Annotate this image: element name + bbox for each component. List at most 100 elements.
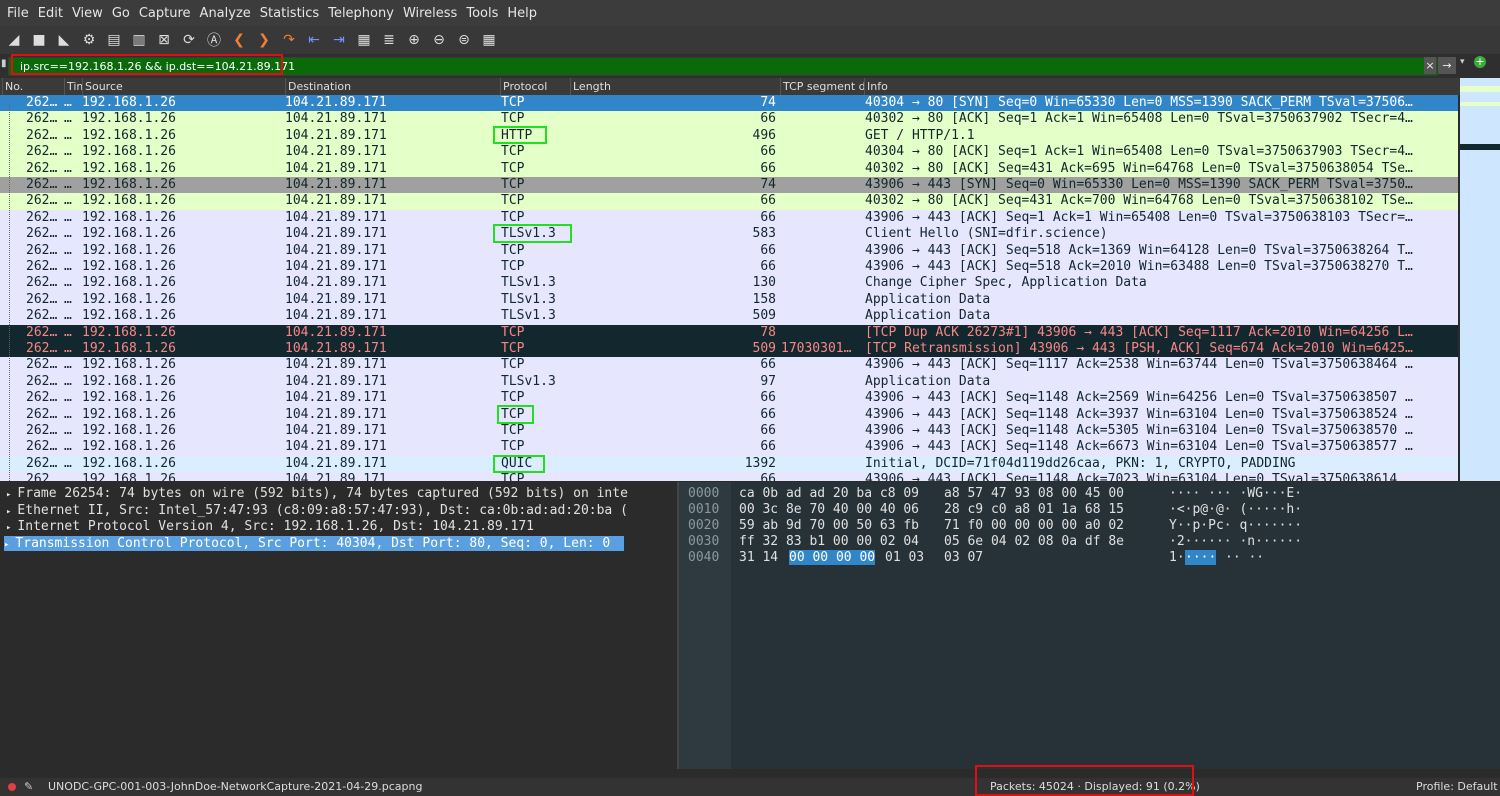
profile-status[interactable]: Profile: Default xyxy=(1416,778,1498,796)
menu-view[interactable]: View xyxy=(72,6,103,21)
autoscroll-icon[interactable]: ▦ xyxy=(353,29,375,51)
hex-bytes[interactable]: 05 6e 04 02 08 0a df 8e xyxy=(944,534,1124,549)
header-col-source[interactable]: Source xyxy=(82,78,285,95)
menu-go[interactable]: Go xyxy=(112,6,130,21)
open-icon[interactable]: ▤ xyxy=(103,29,125,51)
pane-splitter[interactable] xyxy=(677,482,679,769)
header-col-info[interactable]: Info xyxy=(864,78,1460,95)
header-col-length[interactable]: Length xyxy=(570,78,780,95)
header-col-protocol[interactable]: Protocol xyxy=(500,78,570,95)
stop-icon[interactable]: ■ xyxy=(28,29,50,51)
menu-statistics[interactable]: Statistics xyxy=(260,6,319,21)
hex-bytes[interactable]: 31 14 xyxy=(739,550,778,565)
first-packet-icon[interactable]: ⇤ xyxy=(303,29,325,51)
menu-help[interactable]: Help xyxy=(507,6,537,21)
menu-tools[interactable]: Tools xyxy=(466,6,498,21)
forward-icon[interactable]: ❯ xyxy=(253,29,275,51)
zoom-in-icon[interactable]: ⊕ xyxy=(403,29,425,51)
save-icon[interactable]: ▥ xyxy=(128,29,150,51)
clear-filter-icon[interactable]: × xyxy=(1424,57,1436,74)
packet-details-pane[interactable]: ▸ Frame 26254: 74 bytes on wire (592 bits… xyxy=(0,482,677,769)
packet-row[interactable]: 262…… 192.168.1.26 104.21.89.171 TCP 66 43906… xyxy=(0,472,1458,481)
packet-row[interactable]: 262… … 192.168.1.26 104.21.89.171 TCP 74 43906… xyxy=(0,177,1458,194)
packet-row[interactable]: 262…… 192.168.1.26 104.21.89.171 TCP 66 43906… xyxy=(0,357,1458,374)
options-icon[interactable]: ⚙ xyxy=(78,29,100,51)
shark-fin-start-icon[interactable]: ◢ xyxy=(3,29,25,51)
packet-row[interactable]: 262…… 192.168.1.26 104.21.89.171 HTTP 496 GET… xyxy=(0,127,1458,145)
packet-list[interactable]: 262… … 192.168.1.26 104.21.89.171 TCP 74 40304… xyxy=(0,95,1458,481)
capture-comment-icon[interactable]: ✎ xyxy=(24,778,33,796)
hex-ascii[interactable]: 1· xyxy=(1169,550,1185,565)
resize-columns-icon[interactable]: ▦ xyxy=(478,29,500,51)
hex-bytes[interactable]: 00 00 00 00 xyxy=(789,549,876,565)
detail-tree-item[interactable]: ▸ Frame 26254: 74 bytes on wire (592 bits… xyxy=(6,486,676,501)
expand-arrow-icon[interactable]: ▸ xyxy=(6,490,11,500)
packet-list-minimap[interactable] xyxy=(1460,78,1500,481)
expert-info-icon[interactable] xyxy=(8,783,16,791)
header-col-destination[interactable]: Destination xyxy=(285,78,500,95)
filter-bookmark-icon[interactable]: ▮ xyxy=(1,58,7,73)
reload-icon[interactable]: ⟳ xyxy=(178,29,200,51)
hex-bytes[interactable]: ff 32 83 b1 00 00 02 04 xyxy=(739,534,919,549)
hex-bytes[interactable]: 00 3c 8e 70 40 00 40 06 xyxy=(739,502,919,517)
packet-bytes-pane[interactable]: 0000 ca 0b ad ad 20 ba c8 09 a8 57 47 93 0… xyxy=(679,482,1500,769)
hex-ascii[interactable]: Y··p·Pc· q······· xyxy=(1169,518,1302,533)
hex-ascii[interactable]: ···· xyxy=(1185,549,1217,565)
menu-edit[interactable]: Edit xyxy=(38,6,63,21)
menu-analyze[interactable]: Analyze xyxy=(200,6,251,21)
hex-bytes[interactable]: 28 c9 c0 a8 01 1a 68 15 xyxy=(944,502,1124,517)
packet-row[interactable]: 262…… 192.168.1.26 104.21.89.171 TCP 66 43906… xyxy=(0,242,1458,259)
packet-row[interactable]: 262… … 192.168.1.26 104.21.89.171 TCP 66 40302… xyxy=(0,111,1458,128)
detail-tree-item[interactable]: ▸ Transmission Control Protocol, Src Port… xyxy=(4,535,625,551)
packet-row[interactable]: 262… … 192.168.1.26 104.21.89.171 TLSv1.3 509… xyxy=(0,308,1458,325)
detail-tree-item[interactable]: ▸ Internet Protocol Version 4, Src: 192.1… xyxy=(6,519,676,534)
find-icon[interactable]: Ⓐ xyxy=(203,29,225,51)
packet-row[interactable]: 262… … 192.168.1.26 104.21.89.171 TLSv1.3 97 A… xyxy=(0,373,1458,391)
packet-row[interactable]: 262… … 192.168.1.26 104.21.89.171 TLSv1.3 158… xyxy=(0,291,1458,309)
menu-wireless[interactable]: Wireless xyxy=(403,6,457,21)
packet-row[interactable]: 262…… 192.168.1.26 104.21.89.171 TCP 66 43906… xyxy=(0,209,1458,227)
hex-bytes[interactable]: 71 f0 00 00 00 00 a0 02 xyxy=(944,518,1124,533)
hex-ascii[interactable]: ·<·p@·@· (·····h· xyxy=(1169,502,1302,517)
packet-row[interactable]: 262… … 192.168.1.26 104.21.89.171 TCP 74 40304… xyxy=(0,95,1458,112)
filter-dropdown-icon[interactable]: ▾ xyxy=(1460,57,1465,67)
hex-bytes[interactable]: 03 07 xyxy=(944,550,983,565)
packet-row[interactable]: 262…… 192.168.1.26 104.21.89.171 TCP 66 43906… xyxy=(0,390,1458,407)
packet-row[interactable]: 262…… 192.168.1.26 104.21.89.171 TCP 66 43906… xyxy=(0,259,1458,276)
hex-ascii[interactable]: ···· ··· ·WG···E· xyxy=(1169,486,1302,501)
packet-row[interactable]: 262… … 192.168.1.26 104.21.89.171 TLSv1.3 130… xyxy=(0,275,1458,292)
back-icon[interactable]: ❮ xyxy=(228,29,250,51)
packet-row[interactable]: 262…… 192.168.1.26 104.21.89.171 QUIC 1392 In… xyxy=(0,455,1458,473)
hex-bytes[interactable]: 59 ab 9d 70 00 50 63 fb xyxy=(739,518,919,533)
colorize-icon[interactable]: ≣ xyxy=(378,29,400,51)
hex-ascii[interactable]: ·· ·· xyxy=(1225,550,1264,565)
header-col-tcp-segment[interactable]: TCP segment data xyxy=(780,78,864,95)
menu-telephony[interactable]: Telephony xyxy=(328,6,394,21)
hex-bytes[interactable]: 01 03 xyxy=(885,550,924,565)
add-filter-button-icon[interactable]: + xyxy=(1474,56,1486,68)
last-packet-icon[interactable]: ⇥ xyxy=(328,29,350,51)
detail-tree-item[interactable]: ▸ Ethernet II, Src: Intel_57:47:93 (c8:09… xyxy=(6,503,676,518)
packet-row[interactable]: 262…… 192.168.1.26 104.21.89.171 TCP 66 43906… xyxy=(0,406,1458,423)
zoom-out-icon[interactable]: ⊖ xyxy=(428,29,450,51)
packet-row[interactable]: 262… … 192.168.1.26 104.21.89.171 TCP 66 40304… xyxy=(0,144,1458,161)
packet-row[interactable]: 262… … 192.168.1.26 104.21.89.171 TCP 509 1703… xyxy=(0,341,1458,358)
packet-row[interactable]: 262… … 192.168.1.26 104.21.89.171 TCP 78 [TCP … xyxy=(0,324,1458,341)
expand-arrow-icon[interactable]: ▸ xyxy=(4,540,9,550)
restart-icon[interactable]: ◣ xyxy=(53,29,75,51)
hex-bytes[interactable]: ca 0b ad ad 20 ba c8 09 xyxy=(739,486,919,501)
hex-ascii[interactable]: ·2······ ·n······ xyxy=(1169,534,1302,549)
packet-row[interactable]: 262…… 192.168.1.26 104.21.89.171 TLSv1.3 583… xyxy=(0,226,1458,243)
packet-row[interactable]: 262…… 192.168.1.26 104.21.89.171 TCP 66 43906… xyxy=(0,423,1458,440)
expand-arrow-icon[interactable]: ▸ xyxy=(6,507,11,517)
packet-row[interactable]: 262… … 192.168.1.26 104.21.89.171 TCP 66 40302… xyxy=(0,160,1458,177)
header-col-no[interactable]: No. xyxy=(2,78,64,95)
packet-row[interactable]: 262…… 192.168.1.26 104.21.89.171 TCP 66 43906… xyxy=(0,439,1458,456)
menu-file[interactable]: File xyxy=(7,6,29,21)
packet-row[interactable]: 262… … 192.168.1.26 104.21.89.171 TCP 66 40302… xyxy=(0,193,1458,210)
close-file-icon[interactable]: ⊠ xyxy=(153,29,175,51)
menu-capture[interactable]: Capture xyxy=(139,6,191,21)
apply-filter-icon[interactable]: → xyxy=(1438,57,1456,74)
header-col-time[interactable]: Time xyxy=(64,78,82,95)
expand-arrow-icon[interactable]: ▸ xyxy=(6,523,11,533)
